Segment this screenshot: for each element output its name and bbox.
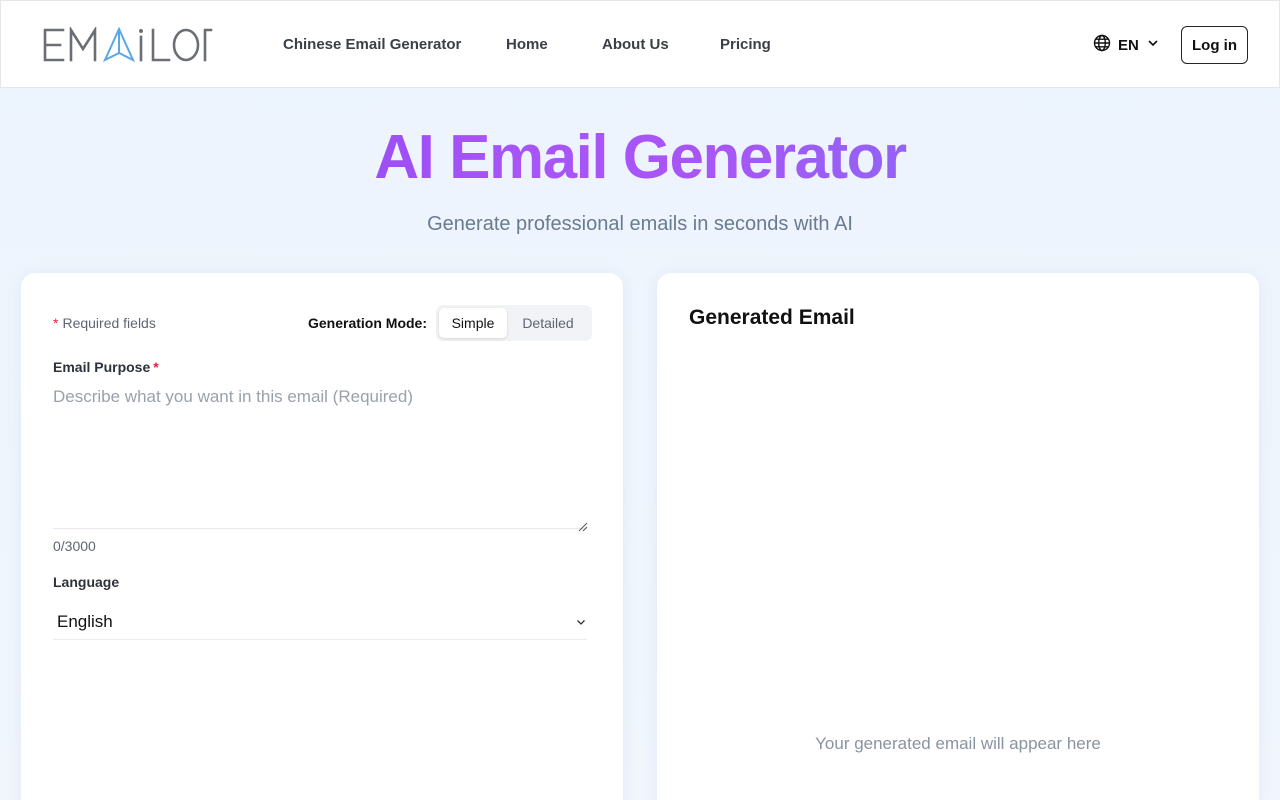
language-label: Language — [53, 574, 120, 590]
language-code: EN — [1118, 36, 1139, 54]
chevron-down-icon — [575, 615, 587, 633]
nav-home[interactable]: Home — [506, 36, 548, 53]
language-switcher[interactable]: EN — [1093, 34, 1160, 56]
page-subtitle: Generate professional emails in seconds … — [427, 213, 853, 235]
resize-handle-icon[interactable] — [578, 519, 588, 532]
email-purpose-textarea[interactable] — [53, 383, 587, 529]
login-button[interactable]: Log in — [1181, 26, 1248, 64]
character-counter: 0/3000 — [53, 538, 96, 554]
required-star: * — [153, 359, 159, 375]
generation-mode-toggle: Simple Detailed — [436, 305, 592, 341]
nav-pricing[interactable]: Pricing — [720, 36, 771, 53]
nav-chinese-email-generator[interactable]: Chinese Email Generator — [283, 36, 461, 53]
required-fields-text: Required fields — [62, 315, 156, 331]
generated-email-title: Generated Email — [689, 306, 855, 329]
nav-about-us[interactable]: About Us — [602, 36, 669, 53]
generated-email-card: Generated Email Your generated email wil… — [657, 273, 1259, 800]
emailor-logo[interactable] — [41, 27, 213, 63]
globe-icon — [1093, 34, 1111, 57]
required-fields-note: * Required fields — [53, 315, 156, 331]
page-title: AI Email Generator — [0, 122, 1280, 193]
generation-mode-label: Generation Mode: — [308, 315, 428, 331]
page: Chinese Email Generator Home About Us Pr… — [0, 0, 1280, 800]
chevron-down-icon — [1146, 36, 1160, 55]
mode-simple-button[interactable]: Simple — [439, 308, 507, 338]
required-star: * — [53, 315, 59, 331]
email-form-card: * Required fields Generation Mode: Simple… — [21, 273, 623, 800]
top-navbar: Chinese Email Generator Home About Us Pr… — [0, 0, 1280, 88]
mode-detailed-button[interactable]: Detailed — [509, 308, 587, 338]
email-purpose-label: Email Purpose * — [53, 359, 159, 375]
language-select-value: English — [57, 611, 113, 631]
generated-email-placeholder: Your generated email will appear here — [815, 734, 1101, 753]
language-select[interactable]: English — [53, 604, 587, 640]
email-purpose-label-text: Email Purpose — [53, 359, 151, 375]
